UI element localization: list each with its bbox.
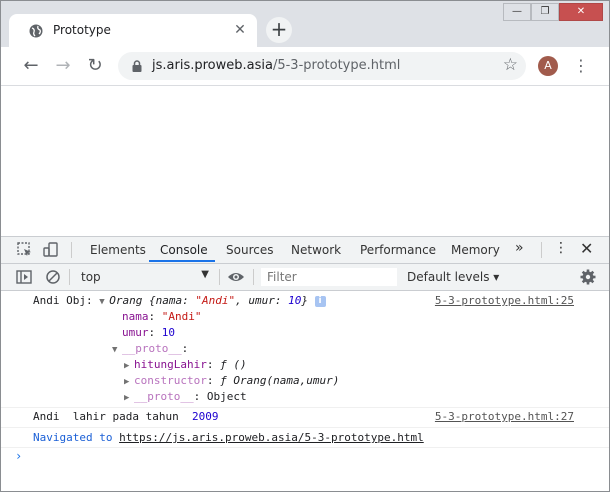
maximize-icon: ❐ bbox=[540, 6, 550, 17]
collapse-triangle-icon[interactable]: ▶ bbox=[124, 358, 134, 374]
minimize-button[interactable]: — bbox=[503, 3, 531, 21]
tab-console[interactable]: Console bbox=[160, 243, 208, 257]
page-viewport[interactable] bbox=[1, 86, 609, 236]
browser-window: Prototype ✕ + — ❐ ✕ ← → ↻ js.aris.proweb… bbox=[0, 0, 610, 492]
tab-memory[interactable]: Memory bbox=[451, 243, 500, 257]
log-levels-dropdown[interactable]: Default levels ▾ bbox=[407, 270, 499, 284]
browser-menu-icon[interactable]: ⋮ bbox=[571, 55, 591, 77]
gear-icon[interactable] bbox=[579, 268, 597, 286]
devtools-close-icon[interactable]: ✕ bbox=[580, 239, 593, 258]
collapse-triangle-icon[interactable]: ▶ bbox=[124, 390, 134, 406]
device-toolbar-icon[interactable] bbox=[42, 241, 60, 259]
property-row[interactable]: ▶ constructor: ƒ Orang(nama,umur) bbox=[124, 373, 339, 390]
maximize-button[interactable]: ❐ bbox=[531, 3, 559, 21]
active-tab-indicator bbox=[149, 260, 215, 262]
tab-close-icon[interactable]: ✕ bbox=[231, 21, 249, 39]
source-link[interactable]: 5-3-prototype.html:27 bbox=[435, 410, 574, 423]
address-bar[interactable]: js.aris.proweb.asia/5-3-prototype.html ☆ bbox=[118, 52, 526, 80]
browser-toolbar: ← → ↻ js.aris.proweb.asia/5-3-prototype.… bbox=[1, 47, 609, 86]
object-preview[interactable]: Orang {nama: "Andi", umur: 10} bbox=[109, 294, 308, 307]
console-filter-input[interactable] bbox=[261, 268, 397, 286]
url-path: /5-3-prototype.html bbox=[272, 58, 401, 73]
globe-icon bbox=[29, 24, 43, 38]
url-text: js.aris.proweb.asia/5-3-prototype.html bbox=[152, 58, 400, 73]
toolbar-divider bbox=[71, 242, 72, 258]
profile-avatar[interactable]: A bbox=[538, 56, 558, 76]
chevron-down-icon: ▼ bbox=[201, 269, 209, 280]
minimize-icon: — bbox=[512, 6, 522, 17]
live-expression-eye-icon[interactable] bbox=[227, 269, 245, 285]
log-line: Andi Obj: ▼ Orang {nama: "Andi", umur: 10… bbox=[33, 293, 326, 310]
close-window-button[interactable]: ✕ bbox=[559, 3, 603, 21]
forward-arrow-icon[interactable]: → bbox=[52, 55, 74, 77]
devtools-menu-icon[interactable]: ⋮ bbox=[554, 240, 568, 256]
close-icon: ✕ bbox=[576, 6, 586, 17]
expand-triangle-icon[interactable]: ▼ bbox=[99, 294, 109, 310]
context-select[interactable]: top ▼ bbox=[75, 268, 213, 286]
property-row[interactable]: ▶ __proto__: Object bbox=[124, 389, 247, 406]
console-prompt-icon[interactable]: › bbox=[15, 449, 22, 463]
back-arrow-icon[interactable]: ← bbox=[20, 55, 42, 77]
collapse-triangle-icon[interactable]: ▶ bbox=[124, 374, 134, 390]
navigation-line: Navigated to https://js.aris.proweb.asia… bbox=[33, 431, 424, 444]
info-icon[interactable]: i bbox=[314, 295, 326, 307]
log-line: Andi lahir pada tahun 2009 bbox=[33, 410, 219, 423]
bookmark-star-icon[interactable]: ☆ bbox=[503, 55, 518, 75]
toolbar-divider bbox=[219, 269, 220, 285]
property-row: umur: 10 bbox=[122, 326, 175, 339]
log-label: Andi Obj: bbox=[33, 294, 100, 307]
toolbar-divider bbox=[253, 269, 254, 285]
sidebar-toggle-icon[interactable] bbox=[15, 268, 33, 286]
expand-triangle-icon[interactable]: ▼ bbox=[112, 342, 122, 358]
devtools-tab-bar: Elements Console Sources Network Perform… bbox=[1, 237, 609, 264]
property-row[interactable]: ▼ __proto__: bbox=[112, 341, 188, 358]
console-output: Andi Obj: ▼ Orang {nama: "Andi", umur: 10… bbox=[1, 291, 609, 491]
more-tabs-icon[interactable]: » bbox=[515, 240, 524, 256]
context-value: top bbox=[81, 270, 101, 284]
new-tab-button[interactable]: + bbox=[266, 17, 292, 43]
url-domain: js.aris.proweb.asia bbox=[152, 58, 273, 73]
tab-strip: Prototype ✕ + — ❐ ✕ bbox=[1, 1, 609, 47]
property-row[interactable]: ▶ hitungLahir: ƒ () bbox=[124, 357, 247, 374]
source-link[interactable]: 5-3-prototype.html:25 bbox=[435, 294, 574, 307]
tab-elements[interactable]: Elements bbox=[90, 243, 146, 257]
property-row: nama: "Andi" bbox=[122, 310, 202, 323]
console-toolbar: top ▼ Default levels ▾ bbox=[1, 264, 609, 291]
browser-tab[interactable]: Prototype ✕ bbox=[9, 14, 257, 47]
reload-icon[interactable]: ↻ bbox=[84, 55, 106, 77]
tab-sources[interactable]: Sources bbox=[226, 243, 273, 257]
navigation-url-link[interactable]: https://js.aris.proweb.asia/5-3-prototyp… bbox=[119, 431, 424, 444]
console-message: Andi lahir pada tahun 2009 5-3-prototype… bbox=[1, 408, 609, 428]
toolbar-divider bbox=[541, 242, 542, 258]
tab-performance[interactable]: Performance bbox=[360, 243, 436, 257]
clear-console-icon[interactable] bbox=[44, 268, 62, 286]
inspect-element-icon[interactable] bbox=[16, 241, 34, 259]
tab-network[interactable]: Network bbox=[291, 243, 341, 257]
console-message: Navigated to https://js.aris.proweb.asia… bbox=[1, 428, 609, 448]
console-message: Andi Obj: ▼ Orang {nama: "Andi", umur: 10… bbox=[1, 291, 609, 408]
tab-title: Prototype bbox=[53, 23, 111, 37]
toolbar-divider bbox=[69, 269, 70, 285]
devtools-panel: Elements Console Sources Network Perform… bbox=[1, 236, 609, 491]
lock-icon[interactable] bbox=[130, 59, 144, 73]
